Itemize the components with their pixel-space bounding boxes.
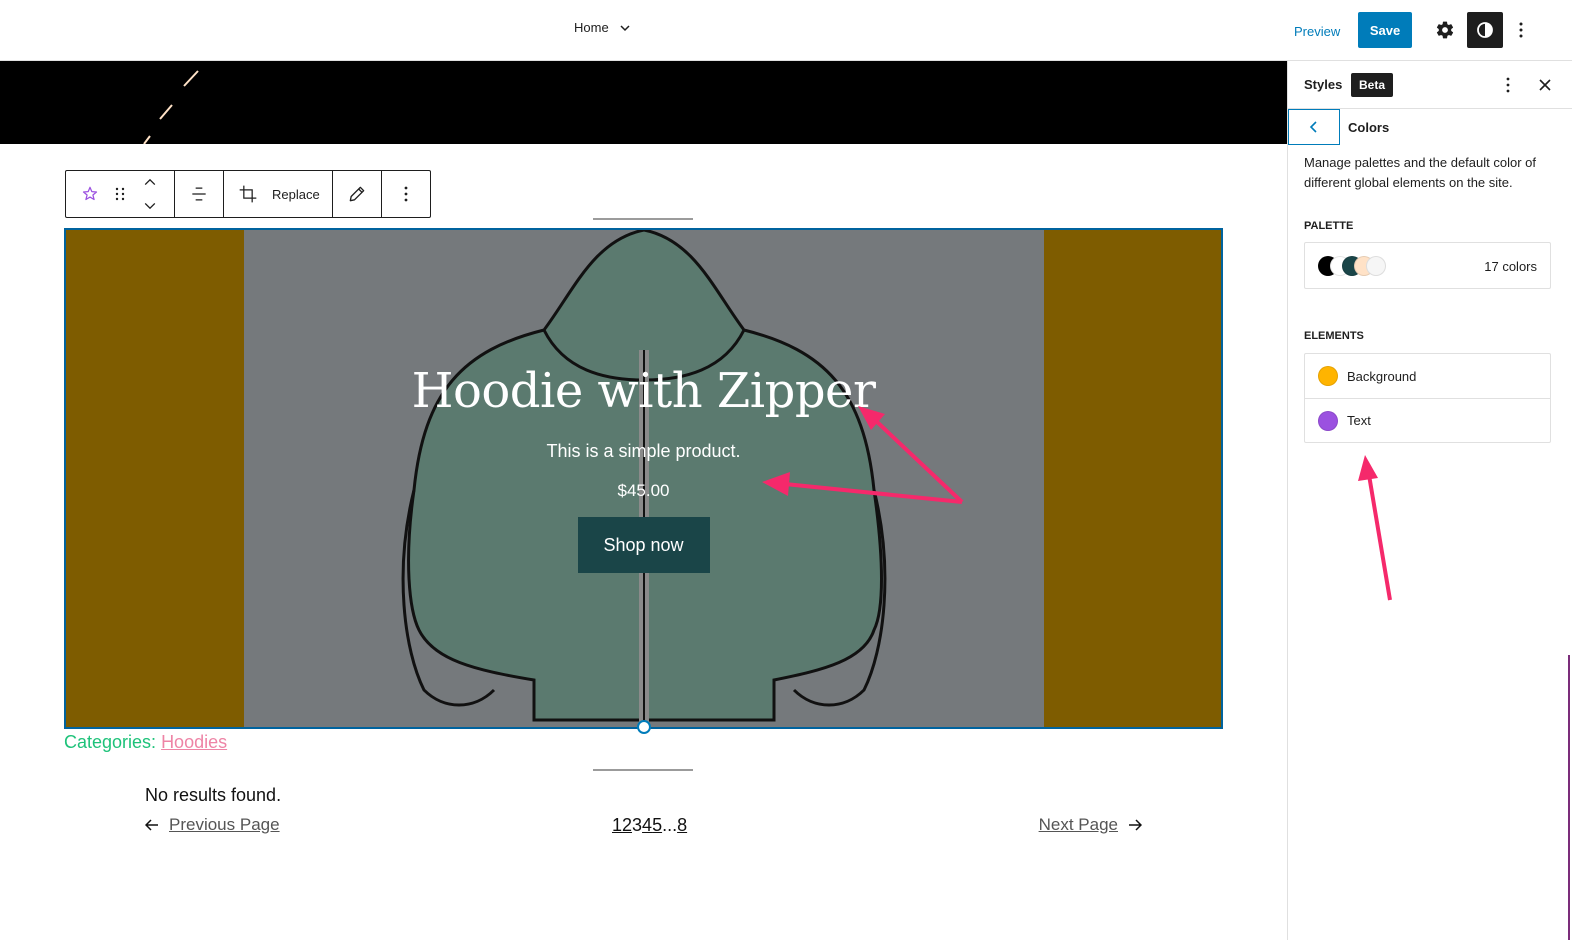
more-vertical-icon <box>1519 22 1523 38</box>
element-label: Background <box>1347 368 1417 384</box>
edit-button[interactable] <box>333 171 381 217</box>
product-description: This is a simple product. <box>546 441 741 461</box>
save-button[interactable]: Save <box>1358 12 1412 48</box>
options-button[interactable] <box>1503 12 1539 48</box>
pagination: Previous Page 1 2 3 4 5 ... 8 Next Page <box>145 815 1142 839</box>
drag-icon <box>115 187 125 201</box>
sidebar-title: Styles <box>1304 77 1343 92</box>
editor-top-bar: Home Preview Save <box>0 0 1572 61</box>
page-number[interactable]: 8 <box>677 815 687 836</box>
beta-badge: Beta <box>1351 73 1394 97</box>
element-label: Text <box>1347 413 1371 428</box>
palette-count: 17 colors <box>1484 259 1537 274</box>
chevron-up-icon <box>144 178 156 186</box>
page-number[interactable]: 1 <box>612 815 622 836</box>
close-sidebar-button[interactable] <box>1533 73 1557 97</box>
window-edge <box>1568 655 1570 940</box>
page-ellipsis: ... <box>662 815 678 835</box>
product-title: Hoodie with Zipper <box>411 363 876 419</box>
settings-button[interactable] <box>1427 12 1463 48</box>
close-icon <box>1539 79 1551 91</box>
block-type-button[interactable] <box>70 171 110 217</box>
pencil-icon <box>349 186 365 202</box>
panel-description: Manage palettes and the default color of… <box>1304 155 1536 190</box>
panel-title: Colors <box>1348 120 1390 135</box>
element-background[interactable]: Background <box>1305 354 1550 398</box>
decorative-dashed-line <box>143 70 199 144</box>
styles-options-button[interactable] <box>1496 73 1520 97</box>
color-swatch <box>1366 256 1386 276</box>
gear-icon <box>1436 21 1454 39</box>
no-results-message: No results found. <box>145 785 282 805</box>
chevron-left-icon <box>1309 121 1317 133</box>
sidebar-header: Styles Beta <box>1288 61 1572 109</box>
more-vertical-icon <box>1506 77 1510 93</box>
panel-navigation: Colors <box>1288 109 1572 146</box>
styles-sidebar: Styles Beta Colors Manage palettes and t… <box>1287 61 1572 940</box>
crop-icon <box>239 185 257 203</box>
previous-page-label: Previous Page <box>169 815 280 834</box>
arrow-left-icon <box>145 819 158 831</box>
block-options-button[interactable] <box>382 171 430 217</box>
cover-block[interactable]: Hoodie with Zipper This is a simple prod… <box>64 228 1223 729</box>
block-toolbar: Replace <box>65 170 431 218</box>
post-categories: Categories: Hoodies <box>64 732 227 753</box>
categories-label: Categories: <box>64 732 162 752</box>
more-vertical-icon <box>404 186 408 202</box>
drag-handle[interactable] <box>110 171 130 217</box>
move-down-button[interactable] <box>132 194 168 216</box>
element-text[interactable]: Text <box>1305 398 1550 442</box>
palette-swatches <box>1318 256 1386 276</box>
editor-canvas: Replace Hoodie with Zipper This is a sim… <box>0 61 1287 940</box>
page-number-current: 3 <box>632 815 643 835</box>
document-title: Home <box>574 20 609 35</box>
site-header <box>0 61 1287 144</box>
replace-button[interactable]: Replace <box>272 171 332 217</box>
arrow-right-icon <box>1129 819 1142 831</box>
back-button[interactable] <box>1288 109 1340 145</box>
document-title-dropdown[interactable]: Home <box>574 20 631 35</box>
cover-content: Hoodie with Zipper This is a simple prod… <box>66 230 1221 727</box>
page-number[interactable]: 5 <box>652 815 662 836</box>
separator <box>593 769 693 771</box>
crop-button[interactable] <box>224 171 272 217</box>
shop-now-button[interactable]: Shop now <box>577 517 710 573</box>
separator <box>593 218 693 220</box>
star-icon <box>82 186 98 201</box>
preview-button[interactable]: Preview <box>1284 14 1350 48</box>
page-number[interactable]: 2 <box>622 815 632 836</box>
color-indicator <box>1318 366 1338 386</box>
previous-page-link[interactable]: Previous Page <box>145 815 280 835</box>
chevron-down-icon <box>144 202 156 210</box>
contrast-icon <box>1477 22 1493 38</box>
color-indicator <box>1318 410 1338 431</box>
elements-section-label: Elements <box>1304 330 1364 342</box>
justify-center-icon <box>192 187 206 201</box>
move-up-button[interactable] <box>132 172 168 194</box>
styles-button[interactable] <box>1467 12 1503 48</box>
palette-section-label: Palette <box>1304 220 1354 232</box>
category-link[interactable]: Hoodies <box>161 732 227 752</box>
align-button[interactable] <box>175 171 223 217</box>
page-number[interactable]: 4 <box>642 815 652 836</box>
next-page-link[interactable]: Next Page <box>1039 815 1142 835</box>
next-page-label: Next Page <box>1038 815 1118 834</box>
page-numbers: 1 2 3 4 5 ... 8 <box>612 815 687 836</box>
palette-button[interactable]: 17 colors <box>1304 242 1551 289</box>
chevron-down-icon <box>620 24 630 31</box>
resize-handle[interactable] <box>637 720 651 734</box>
elements-list: Background Text <box>1304 353 1551 443</box>
product-price: $45.00 <box>617 481 670 500</box>
